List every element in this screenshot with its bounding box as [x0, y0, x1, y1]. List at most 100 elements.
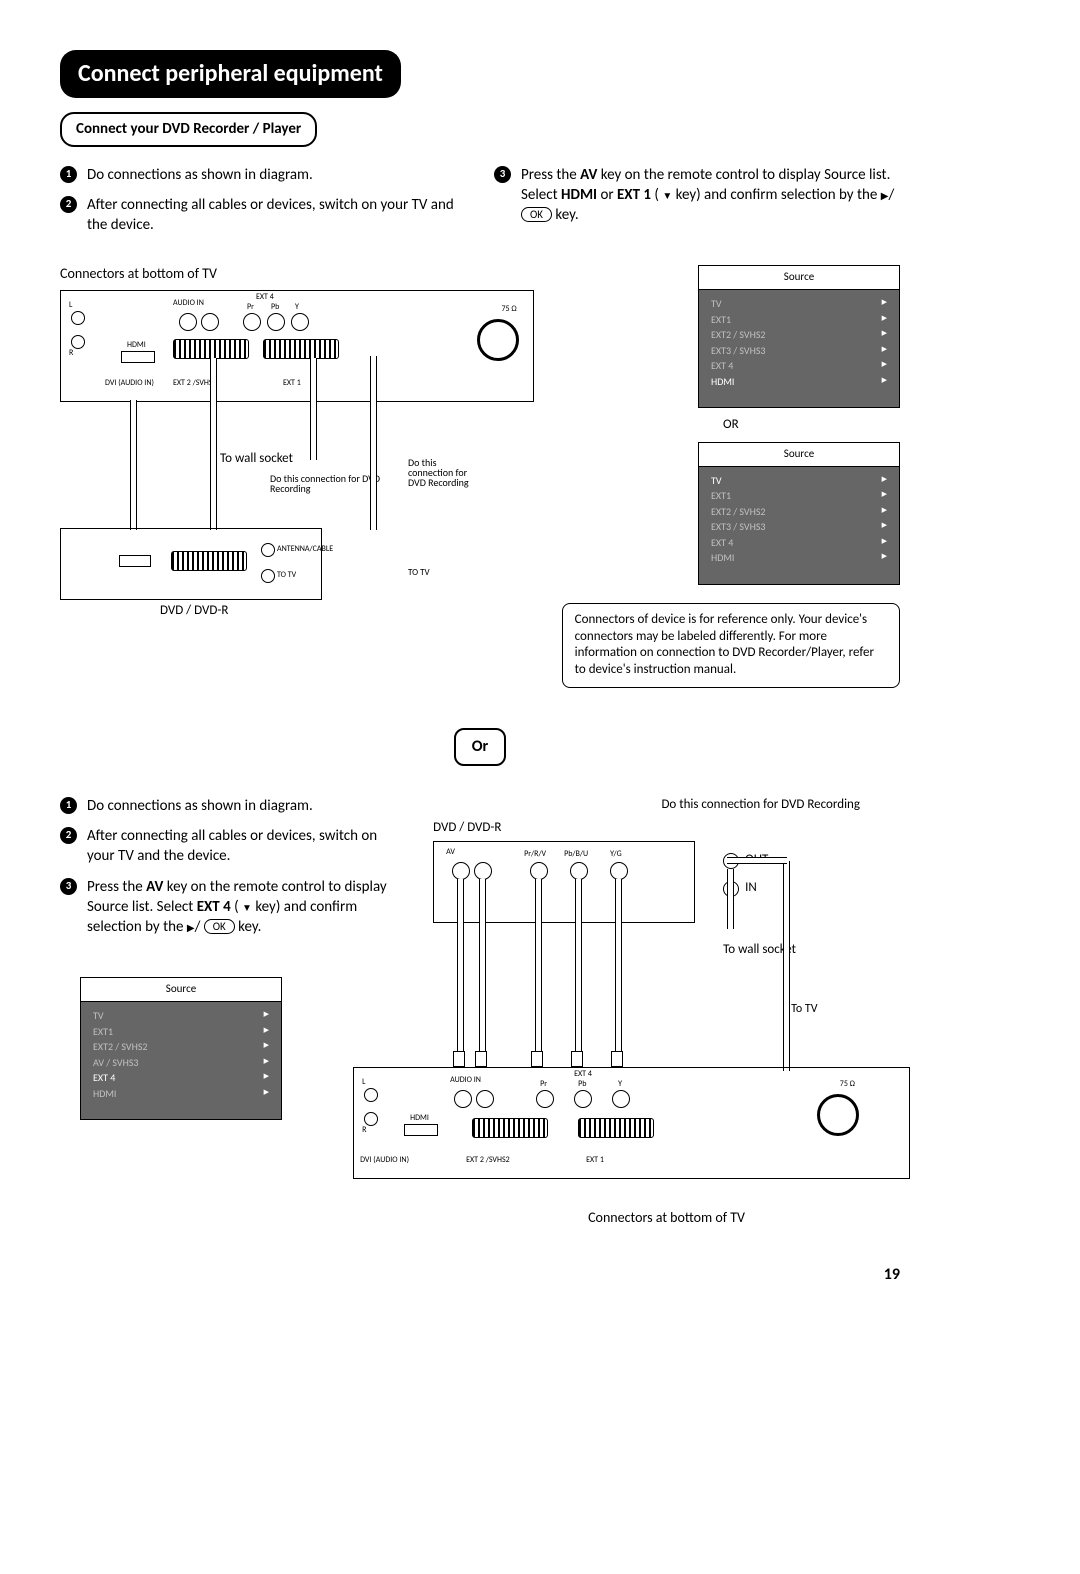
src-item: EXT 4 — [711, 536, 733, 550]
source-list: TV▶ EXT1▶ EXT2 / SVHS2▶ AV / SVHS3▶ EXT … — [81, 1002, 281, 1119]
ohm-label: 75 Ω — [501, 305, 516, 313]
tri-icon: ▶ — [882, 344, 887, 358]
prrv-port — [530, 862, 548, 880]
plug-icon — [611, 1051, 623, 1067]
tri-icon: ▶ — [882, 551, 887, 565]
to-tv-side-label: TO TV — [408, 568, 430, 577]
to-tv-small-label: TO TV — [277, 571, 296, 579]
tv-panel-2: EXT 4 L R AUDIO IN Pr Pb Y 75 Ω HDMI — [353, 1067, 910, 1179]
diagram-2: Do this connection for DVD Recording DVD… — [433, 796, 900, 1234]
or-pill: Or — [454, 728, 507, 766]
source-list: TV▶ EXT1▶ EXT2 / SVHS2▶ EXT3 / SVHS3▶ EX… — [699, 467, 899, 584]
section-subheader: Connect your DVD Recorder / Player — [60, 112, 317, 146]
to-tv-label: To TV — [791, 1001, 817, 1017]
av2-port — [474, 862, 492, 880]
t: key) and confirm selection by the — [672, 186, 881, 204]
pbbu-label: Pb/B/U — [564, 850, 588, 858]
av-bold: AV — [580, 166, 597, 184]
cable-a2 — [479, 879, 486, 1059]
tri-icon: ▶ — [264, 1009, 269, 1023]
src-item: EXT1 — [711, 489, 731, 503]
cable-ant — [370, 356, 377, 530]
cable-totv — [783, 861, 790, 1071]
tri-icon: ▶ — [882, 536, 887, 550]
source-title: Source — [81, 978, 281, 1002]
pr-label: Pr — [247, 303, 254, 311]
bullet-2-icon: 2 — [60, 196, 77, 213]
src-item: EXT2 / SVHS2 — [711, 505, 766, 519]
src-item-hi: EXT 4 — [93, 1071, 115, 1085]
audio-r2-port — [179, 313, 197, 331]
r-label: R — [69, 349, 73, 357]
source-title: Source — [699, 443, 899, 467]
step-b1-text: Do connections as shown in diagram. — [87, 796, 313, 816]
reference-note: Connectors of device is for reference on… — [562, 603, 900, 689]
src-item: EXT1 — [93, 1025, 113, 1039]
step-2: 2 After connecting all cables or devices… — [60, 195, 466, 236]
audio-l-port — [71, 311, 85, 325]
antenna-port — [477, 319, 519, 361]
source-list: TV▶ EXT1▶ EXT2 / SVHS2▶ EXT3 / SVHS3▶ EX… — [699, 290, 899, 407]
audio-l-port-2 — [364, 1088, 378, 1102]
plug-icon — [475, 1051, 487, 1067]
pr-port-2 — [536, 1090, 554, 1108]
tv-panel: EXT 4 L R AUDIO IN Pr Pb Y 75 Ω — [60, 290, 534, 402]
src-item: EXT2 / SVHS2 — [93, 1040, 148, 1054]
dvd-hdmi-port — [119, 555, 151, 567]
diagram-1: Connectors at bottom of TV EXT 4 L R AUD… — [60, 265, 534, 620]
av-label: AV — [446, 848, 455, 856]
wall-socket-label: To wall socket — [220, 450, 293, 468]
ext4-bold: EXT 4 — [197, 898, 231, 916]
pb-port-2 — [574, 1090, 592, 1108]
scart-ext1-2 — [578, 1118, 654, 1138]
src-item: TV — [93, 1009, 104, 1023]
tri-icon: ▶ — [882, 474, 887, 488]
t: or — [597, 186, 617, 204]
page-title: Connect peripheral equipment — [60, 50, 401, 98]
step-3: 3 Press the AV key on the remote control… — [494, 165, 900, 226]
hdmi-label-2: HDMI — [410, 1114, 429, 1122]
pb-label-2: Pb — [578, 1080, 586, 1088]
scart-ext1 — [263, 339, 339, 359]
dvi-label-2: DVI (AUDIO IN) — [360, 1156, 409, 1164]
source-column: Source TV ▶ EXT1 ▶ EXT2 / SVHS2 ▶ EXT3 / SV… — [562, 265, 900, 688]
src-item: EXT3 / SVHS3 — [711, 520, 766, 534]
tri-icon: ▶ — [882, 297, 887, 311]
steps-top-right: 3 Press the AV key on the remote control… — [494, 165, 900, 236]
t: Press the — [521, 166, 580, 184]
ok-key-icon: OK — [521, 207, 552, 222]
t: / — [195, 918, 204, 936]
bullet-1-icon: 1 — [60, 166, 77, 183]
t: ( — [651, 186, 662, 204]
y-label: Y — [295, 303, 299, 311]
dvd-ant-port — [261, 543, 275, 557]
src-item: TV — [711, 297, 722, 311]
pr-label-2: Pr — [540, 1080, 547, 1088]
audio-in-label-2: AUDIO IN — [450, 1076, 481, 1084]
dvd-label: DVD / DVD-R — [160, 602, 228, 620]
y-label-2: Y — [618, 1080, 622, 1088]
source-title: Source — [699, 266, 899, 290]
source-menu-1: Source TV▶ EXT1▶ EXT2 / SVHS2▶ EXT3 / SV… — [698, 265, 900, 408]
antenna-cable-label: ANTENNA/CABLE — [277, 545, 333, 553]
dvd-scart — [171, 551, 247, 571]
cable-scart — [210, 358, 217, 530]
hdmi-port-2 — [404, 1124, 438, 1136]
bullet-1-icon: 1 — [60, 797, 77, 814]
or-divider: Or — [60, 688, 900, 796]
ext4-label-2: EXT 4 — [574, 1070, 592, 1078]
cable-a3 — [535, 879, 542, 1059]
step-3-text: Press the AV key on the remote control t… — [521, 165, 900, 226]
ok-key-icon: OK — [204, 919, 235, 934]
dvd-panel: ANTENNA/CABLE TO TV — [60, 528, 322, 600]
t: key. — [235, 918, 262, 936]
audio-r-port — [71, 335, 85, 349]
bullet-2-icon: 2 — [60, 827, 77, 844]
pbbu-port — [570, 862, 588, 880]
tri-icon: ▶ — [882, 328, 887, 342]
step-1-text: Do connections as shown in diagram. — [87, 165, 313, 185]
scart-ext2 — [173, 339, 249, 359]
src-item: AV / SVHS3 — [93, 1056, 139, 1070]
y-port — [291, 313, 309, 331]
connectors-label-2: Connectors at bottom of TV — [433, 1209, 900, 1228]
